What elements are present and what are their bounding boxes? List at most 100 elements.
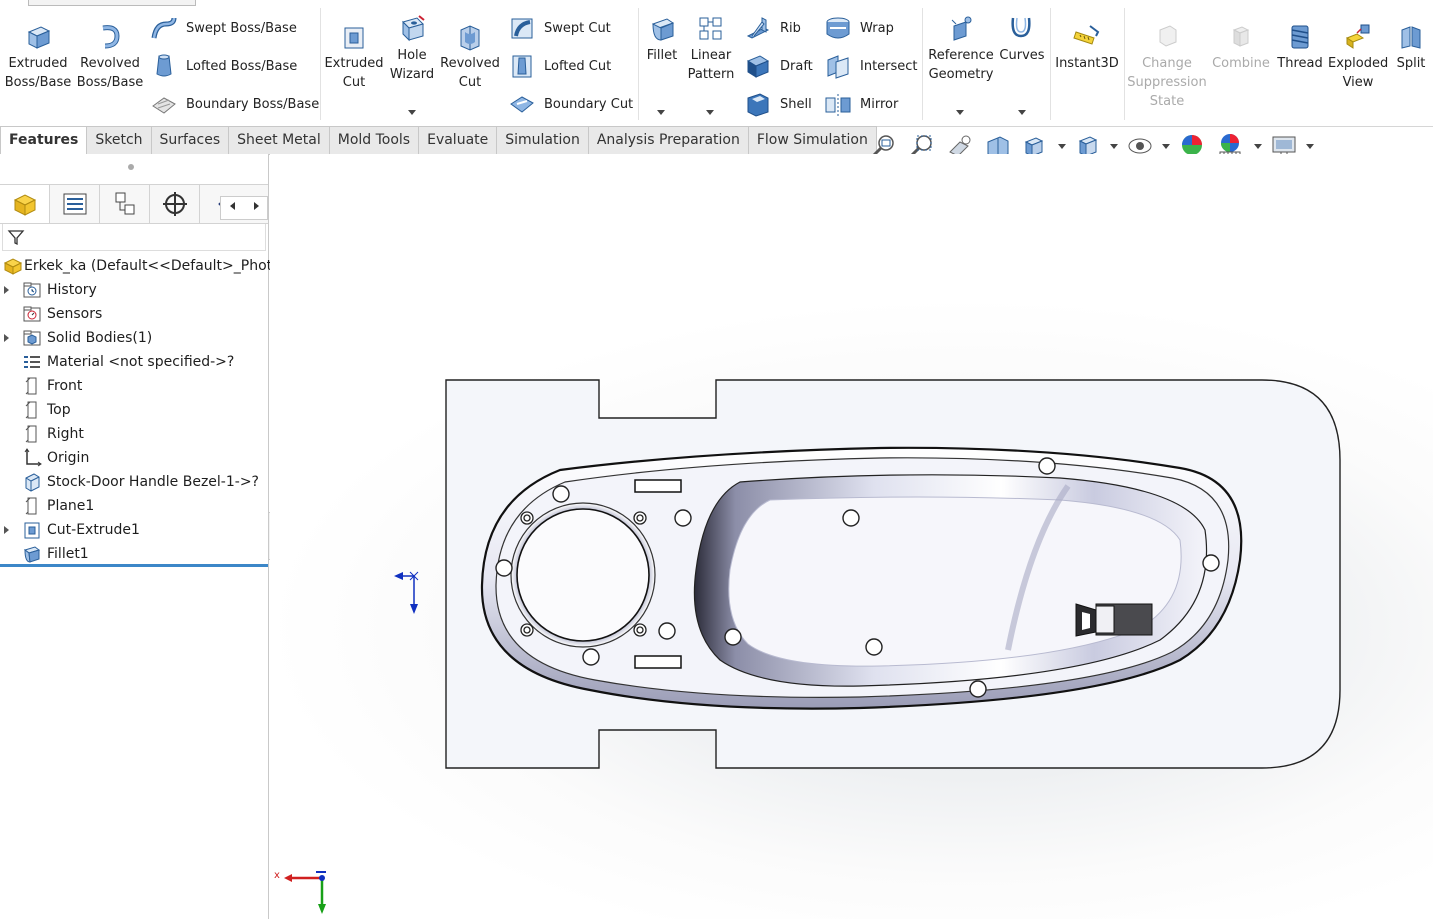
configuration-manager-icon (115, 192, 134, 215)
rollback-bar[interactable] (0, 564, 268, 567)
curves-dropdown-icon[interactable] (1018, 110, 1026, 115)
swept-boss-icon (151, 17, 177, 39)
revolved-cut-label: Revolved Cut (440, 56, 500, 90)
tree-item-sensors[interactable]: Sensors (0, 302, 268, 326)
origin-icon (24, 448, 42, 467)
filter-icon[interactable] (7, 228, 25, 246)
change-suppression-state-button[interactable]: Change Suppression State (1126, 22, 1208, 111)
intersect-button[interactable]: Intersect (824, 52, 918, 80)
wrap-label: Wrap (860, 20, 894, 36)
tree-item-top-plane[interactable]: Top (0, 398, 268, 422)
reference-geometry-dropdown-icon[interactable] (956, 110, 964, 115)
scroll-right-icon[interactable] (254, 202, 259, 210)
tree-filter-bar[interactable] (2, 224, 266, 251)
tab-featuremanager-tree[interactable] (0, 185, 50, 223)
tab-scroll-arrows[interactable] (220, 196, 268, 220)
view-settings-dropdown-icon[interactable] (1306, 144, 1314, 149)
boundary-boss-button[interactable]: Boundary Boss/Base (150, 90, 319, 118)
tab-dimxpert-manager[interactable] (150, 185, 200, 223)
extruded-cut-button[interactable]: Extruded Cut (322, 22, 386, 92)
tree-item-material[interactable]: Material <not specified->? (0, 350, 268, 374)
tab-mold-tools[interactable]: Mold Tools (329, 126, 420, 155)
expand-arrow-icon[interactable] (4, 334, 9, 342)
plane-icon (25, 401, 37, 419)
tab-evaluate[interactable]: Evaluate (419, 126, 498, 155)
swept-boss-button[interactable]: Swept Boss/Base (150, 14, 297, 42)
revolved-boss-icon (102, 25, 120, 49)
wrap-button[interactable]: Wrap (824, 14, 894, 42)
fillet-dropdown-icon[interactable] (657, 110, 665, 115)
lofted-boss-button[interactable]: Lofted Boss/Base (150, 52, 297, 80)
panel-splitter-handle[interactable] (128, 164, 134, 170)
display-style-dropdown-icon[interactable] (1110, 144, 1118, 149)
hole-wizard-button[interactable]: Hole Wizard (384, 14, 440, 84)
boundary-boss-label: Boundary Boss/Base (186, 96, 320, 112)
lofted-cut-button[interactable]: Lofted Cut (508, 52, 611, 80)
tab-display-manager[interactable] (200, 185, 222, 223)
tab-sheet-metal[interactable]: Sheet Metal (229, 126, 330, 155)
boundary-cut-button[interactable]: Boundary Cut (508, 90, 633, 118)
graphics-area[interactable]: x (270, 154, 1433, 919)
tree-root-part[interactable]: Erkek_ka (Default<<Default>_Photo (0, 254, 281, 278)
tab-simulation[interactable]: Simulation (497, 126, 589, 155)
material-icon (24, 356, 40, 368)
tab-features[interactable]: Features (0, 126, 88, 155)
swept-boss-label: Swept Boss/Base (186, 20, 297, 36)
wrap-icon (826, 17, 850, 39)
tab-sketch[interactable]: Sketch (87, 126, 152, 155)
history-folder-icon (23, 282, 41, 298)
tree-item-label: Sensors (47, 306, 103, 322)
model-view[interactable]: x (270, 154, 1433, 919)
tree-item-label: Stock-Door Handle Bezel-1->? (47, 474, 259, 490)
tab-configuration-manager[interactable] (100, 185, 150, 223)
boundary-cut-label: Boundary Cut (544, 96, 634, 112)
curves-button[interactable]: Curves (996, 14, 1048, 65)
rib-button[interactable]: Rib (744, 14, 801, 42)
tree-item-origin[interactable]: Origin (0, 446, 268, 470)
linear-pattern-button[interactable]: Linear Pattern (684, 14, 738, 84)
split-button[interactable]: Split (1390, 22, 1432, 73)
thread-button[interactable]: Thread (1272, 22, 1328, 73)
tree-item-plane1[interactable]: Plane1 (0, 494, 268, 518)
tree-item-right-plane[interactable]: Right (0, 422, 268, 446)
hole-wizard-dropdown-icon[interactable] (408, 110, 416, 115)
rib-icon (746, 17, 770, 39)
tab-property-manager[interactable] (50, 185, 100, 223)
lofted-boss-icon (156, 54, 172, 77)
combine-button[interactable]: Combine (1210, 22, 1272, 73)
exploded-view-button[interactable]: Exploded View (1328, 22, 1388, 92)
expand-arrow-icon[interactable] (4, 286, 9, 294)
shell-button[interactable]: Shell (744, 90, 812, 118)
tree-item-fillet1[interactable]: Fillet1 (0, 542, 268, 566)
hole-wizard-label: Hole Wizard (389, 48, 435, 82)
tab-analysis-preparation[interactable]: Analysis Preparation (588, 126, 749, 155)
draft-icon (746, 55, 770, 78)
ribbon-top-tab[interactable] (28, 0, 196, 6)
hide-show-dropdown-icon[interactable] (1162, 144, 1170, 149)
linear-pattern-dropdown-icon[interactable] (706, 110, 714, 115)
instant3d-button[interactable]: Instant3D (1054, 22, 1120, 73)
reference-geometry-icon (951, 16, 972, 41)
tree-item-cut-extrude1[interactable]: Cut-Extrude1 (0, 518, 268, 542)
tree-item-history[interactable]: History (0, 278, 268, 302)
apply-scene-dropdown-icon[interactable] (1254, 144, 1262, 149)
revolved-cut-button[interactable]: Revolved Cut (440, 22, 500, 92)
scroll-left-icon[interactable] (230, 202, 235, 210)
tree-item-solid-bodies[interactable]: Solid Bodies(1) (0, 326, 268, 350)
tab-surfaces[interactable]: Surfaces (151, 126, 230, 155)
mirror-button[interactable]: Mirror (824, 90, 898, 118)
fillet-button[interactable]: Fillet (642, 14, 682, 65)
expand-arrow-icon[interactable] (4, 526, 9, 534)
extruded-boss-button[interactable]: Extruded Boss/Base (2, 22, 74, 92)
ribbon-separator (1124, 8, 1125, 120)
mirror-label: Mirror (860, 96, 899, 112)
tab-flow-simulation[interactable]: Flow Simulation (748, 126, 877, 155)
view-orientation-dropdown-icon[interactable] (1058, 144, 1066, 149)
reference-geometry-button[interactable]: Reference Geometry (926, 14, 996, 84)
draft-button[interactable]: Draft (744, 52, 813, 80)
shell-icon (747, 93, 769, 117)
tree-item-front-plane[interactable]: Front (0, 374, 268, 398)
tree-item-stock-door-handle[interactable]: Stock-Door Handle Bezel-1->? (0, 470, 268, 494)
revolved-boss-button[interactable]: Revolved Boss/Base (74, 22, 146, 92)
swept-cut-button[interactable]: Swept Cut (508, 14, 611, 42)
